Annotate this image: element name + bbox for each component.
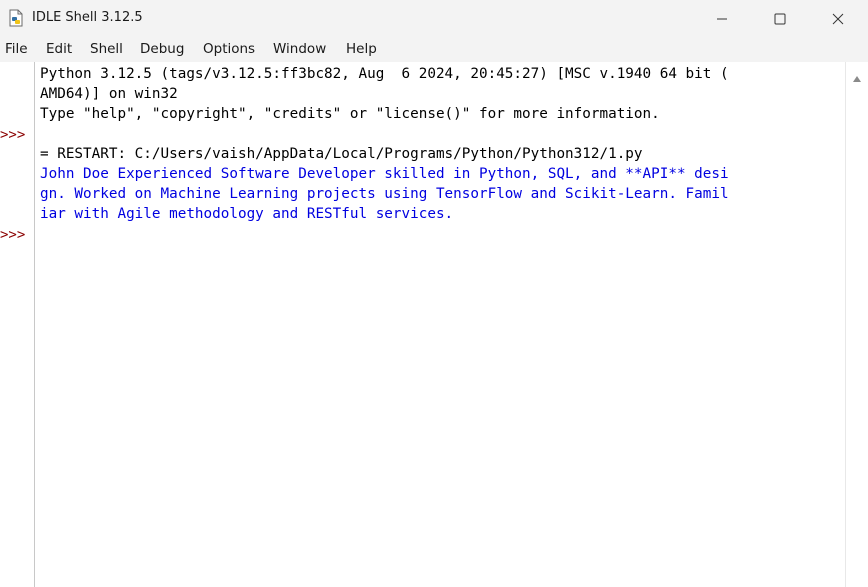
menu-shell[interactable]: Shell: [90, 41, 123, 57]
maximize-button[interactable]: [751, 0, 809, 37]
menu-window[interactable]: Window: [273, 41, 326, 57]
menu-file[interactable]: File: [5, 41, 28, 57]
shell-prompt: >>>: [0, 127, 26, 143]
minimize-icon: [716, 13, 728, 25]
window-title: IDLE Shell 3.12.5: [32, 10, 143, 25]
restart-line: = RESTART: C:/Users/vaish/AppData/Local/…: [40, 146, 643, 162]
menu-help[interactable]: Help: [346, 41, 377, 57]
title-bar: IDLE Shell 3.12.5: [0, 0, 868, 37]
prompt-gutter: >>> >>>: [0, 62, 35, 587]
menu-options[interactable]: Options: [203, 41, 255, 57]
minimize-button[interactable]: [693, 0, 751, 37]
output-line: iar with Agile methodology and RESTful s…: [40, 206, 454, 222]
banner-line: Type "help", "copyright", "credits" or "…: [40, 106, 660, 122]
output-line: gn. Worked on Machine Learning projects …: [40, 186, 729, 202]
menu-edit[interactable]: Edit: [46, 41, 72, 57]
banner-line: Python 3.12.5 (tags/v3.12.5:ff3bc82, Aug…: [40, 66, 729, 82]
shell-prompt: >>>: [0, 227, 26, 243]
close-icon: [832, 13, 844, 25]
output-line: John Doe Experienced Software Developer …: [40, 166, 729, 182]
python-file-icon: [7, 9, 25, 27]
scroll-up-arrow-icon[interactable]: [852, 68, 862, 87]
close-button[interactable]: [809, 0, 867, 37]
menu-debug[interactable]: Debug: [140, 41, 184, 57]
banner-line: AMD64)] on win32: [40, 86, 178, 102]
vertical-scrollbar[interactable]: [845, 62, 868, 587]
menu-bar: File Edit Shell Debug Options Window Hel…: [0, 37, 868, 62]
maximize-icon: [774, 13, 786, 25]
shell-text-area[interactable]: Python 3.12.5 (tags/v3.12.5:ff3bc82, Aug…: [35, 62, 845, 587]
